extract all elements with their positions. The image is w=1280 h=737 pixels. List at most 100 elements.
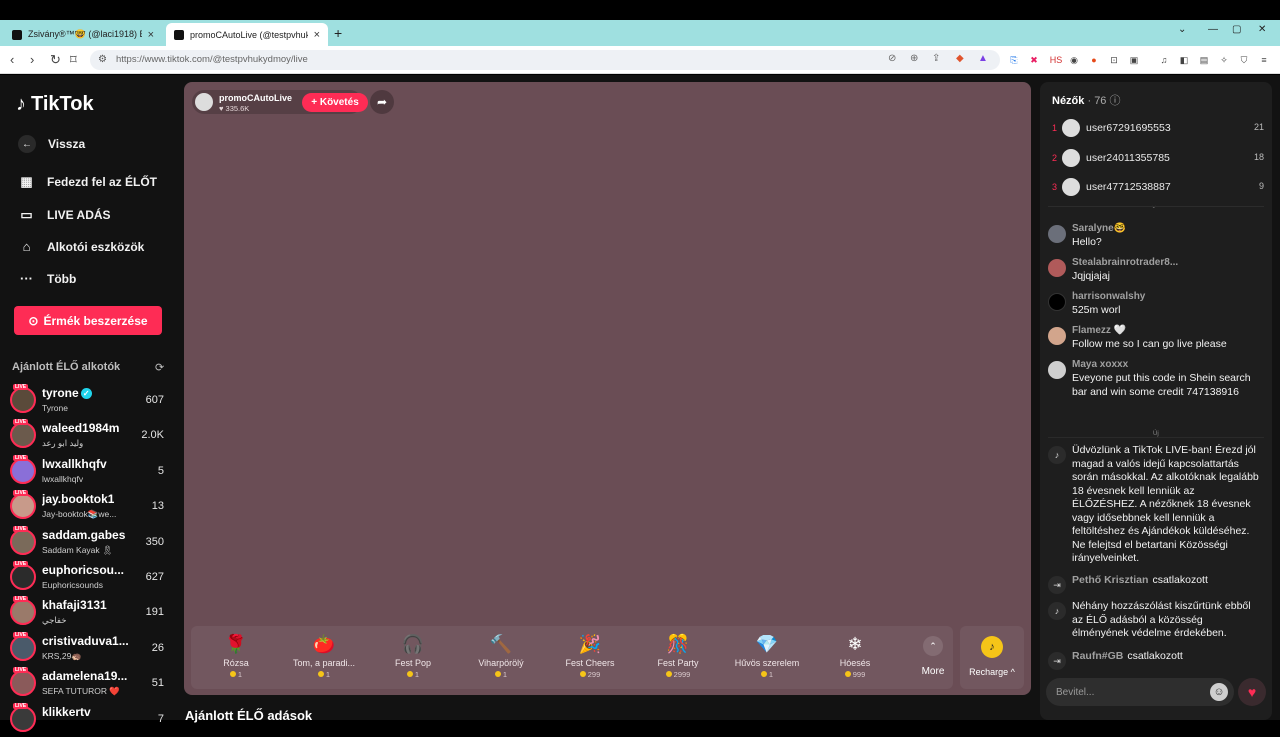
site-info-icon[interactable]: ⚙: [98, 54, 107, 65]
nav-go-live[interactable]: ▭ LIVE ADÁS: [18, 207, 110, 223]
viewers-header[interactable]: Nézők · 76 ⓘ: [1052, 92, 1121, 108]
tab-search-icon[interactable]: ⌄: [1178, 24, 1186, 35]
creator-avatar[interactable]: [10, 387, 36, 413]
creator-name[interactable]: lwxallkhqfv: [42, 457, 107, 471]
creator-name[interactable]: jay.booktok1: [42, 492, 114, 506]
commenter-name[interactable]: Stealabrainrotrader8...: [1072, 257, 1178, 268]
tab-close-icon[interactable]: ×: [148, 29, 154, 41]
gift-item[interactable]: 🎊 Fest Party 2999: [633, 630, 723, 679]
info-icon[interactable]: ⓘ: [1110, 95, 1121, 107]
creator-name[interactable]: adamelena19...: [42, 669, 127, 683]
creator-item[interactable]: LIVE waleed1984m وليد ابو رعد 2.0K: [10, 419, 168, 453]
creator-item[interactable]: LIVE adamelena19... SEFA TUTUROR ❤️ 51: [10, 667, 168, 701]
creator-avatar[interactable]: [10, 705, 36, 732]
vpn-icon[interactable]: ⛉: [1238, 54, 1250, 66]
emoji-icon[interactable]: ☺: [1210, 683, 1228, 701]
commenter-avatar[interactable]: [1048, 259, 1066, 277]
joined-user-name[interactable]: Pethő Krisztian: [1072, 574, 1148, 586]
creator-item[interactable]: LIVE saddam.gabes Saddam Kayak 🎗 350: [10, 525, 168, 560]
brave-shield-icon[interactable]: ◆: [956, 53, 964, 64]
viewer-avatar[interactable]: [1062, 119, 1080, 137]
creator-item[interactable]: LIVE jay.booktok1 Jay-booktok📚we... 13: [10, 490, 168, 524]
extension-icon[interactable]: ✖: [1028, 54, 1040, 66]
creator-item[interactable]: LIVE lwxallkhqfv lwxallkhqfv 5: [10, 454, 168, 489]
creator-avatar[interactable]: [10, 457, 36, 484]
back-link[interactable]: ← Vissza: [18, 135, 85, 153]
commenter-name[interactable]: harrisonwalshy: [1072, 291, 1145, 302]
recharge-button[interactable]: ♪ Recharge ^: [960, 626, 1024, 689]
commenter-avatar[interactable]: [1048, 293, 1066, 311]
creator-name[interactable]: tyrone ✓: [42, 386, 92, 400]
creator-avatar[interactable]: [10, 564, 36, 590]
nav-explore-live[interactable]: ▦ Fedezd fel az ÉLŐT: [18, 174, 157, 190]
share-icon[interactable]: ⇪: [932, 53, 940, 64]
viewer-row[interactable]: 3 user47712538887 9: [1052, 177, 1264, 199]
commenter-name[interactable]: Saralyne🤓: [1072, 223, 1126, 234]
extension-icon[interactable]: ▣: [1128, 54, 1140, 66]
creator-avatar[interactable]: [10, 493, 36, 520]
bookmark-icon[interactable]: ⌑: [70, 52, 77, 68]
creator-avatar[interactable]: [10, 670, 36, 697]
gift-item[interactable]: 🎧 Fest Pop 1: [368, 630, 458, 679]
browser-tab-active[interactable]: promoCAutoLive (@testpvhukyd ×: [166, 23, 328, 46]
back-icon[interactable]: ‹: [10, 52, 14, 67]
commenter-name[interactable]: Maya xoxxx: [1072, 359, 1128, 370]
creator-avatar[interactable]: [10, 528, 36, 555]
maximize-icon[interactable]: ▢: [1232, 24, 1241, 35]
extension-icon[interactable]: ●: [1088, 54, 1100, 66]
creator-avatar[interactable]: [10, 634, 36, 661]
extension-icon[interactable]: HS: [1048, 54, 1064, 66]
commenter-avatar[interactable]: [1048, 327, 1066, 345]
creator-name[interactable]: cristivaduva1...: [42, 634, 129, 648]
extension-icon[interactable]: ⎘: [1008, 54, 1020, 66]
creator-item[interactable]: LIVE khafaji3131 خفاجي 191: [10, 596, 168, 630]
comment-input[interactable]: [1056, 684, 1196, 700]
commenter-avatar[interactable]: [1048, 361, 1066, 379]
gift-item[interactable]: 🌹 Rózsa 1: [191, 630, 281, 679]
media-icon[interactable]: ♫: [1158, 54, 1170, 66]
creator-avatar[interactable]: [10, 422, 36, 449]
creator-name[interactable]: klikkertv: [42, 705, 91, 719]
follow-button[interactable]: + Követés: [302, 93, 368, 112]
commenter-avatar[interactable]: [1048, 225, 1066, 243]
creator-item[interactable]: LIVE euphoricsou... Euphoricsounds 627: [10, 561, 168, 595]
url-text[interactable]: https://www.tiktok.com/@testpvhukydmoy/l…: [116, 54, 308, 65]
reload-icon[interactable]: ↻: [50, 52, 61, 68]
commenter-name[interactable]: Flamezz 🤍: [1072, 325, 1126, 336]
get-coins-button[interactable]: ⊙ Érmék beszerzése: [14, 306, 162, 335]
close-window-icon[interactable]: ✕: [1258, 24, 1266, 35]
gift-item[interactable]: 🎉 Fest Cheers 299: [545, 630, 635, 679]
extension-icon[interactable]: ◉: [1068, 54, 1080, 66]
gift-item[interactable]: 💎 Hűvös szerelem 1: [722, 630, 812, 679]
wallet-icon[interactable]: ▤: [1198, 54, 1210, 66]
live-video[interactable]: promoCAutoLive ♥ 335.6K + Követés ➦ ❄ Hóe…: [184, 82, 1031, 695]
viewer-row[interactable]: 2 user24011355785 18: [1052, 148, 1264, 170]
menu-icon[interactable]: ≡: [1258, 54, 1270, 66]
gift-item[interactable]: 🍅 Tom, a paradi... 1: [279, 630, 369, 679]
viewer-name[interactable]: user47712538887: [1086, 181, 1171, 193]
nav-more[interactable]: ··· Több: [18, 271, 76, 286]
host-name[interactable]: promoCAutoLive: [219, 93, 292, 103]
joined-user-name[interactable]: Raufn#GB: [1072, 650, 1123, 662]
minimize-icon[interactable]: —: [1208, 24, 1218, 35]
translate-off-icon[interactable]: ⊘: [888, 53, 896, 64]
viewer-name[interactable]: user67291695553: [1086, 122, 1171, 134]
tab-close-icon[interactable]: ×: [314, 29, 320, 41]
viewer-avatar[interactable]: [1062, 178, 1080, 196]
viewer-row[interactable]: 1 user67291695553 21: [1052, 118, 1264, 140]
comment-input-box[interactable]: ☺: [1046, 678, 1234, 706]
more-gifts-button[interactable]: ⌃ More: [913, 636, 953, 677]
like-heart-icon[interactable]: ♥: [1238, 678, 1266, 706]
ai-icon[interactable]: ✧: [1218, 54, 1230, 66]
sidebar-toggle-icon[interactable]: ◧: [1178, 54, 1190, 66]
gift-item[interactable]: 🔨 Viharpörölý 1: [456, 630, 546, 679]
share-arrow-icon[interactable]: ➦: [370, 90, 394, 114]
creator-avatar[interactable]: [10, 599, 36, 626]
viewer-avatar[interactable]: [1062, 148, 1080, 167]
refresh-icon[interactable]: ⟳: [155, 361, 164, 374]
browser-tab[interactable]: Zsivány®™🤓 (@laci1918) ÉLŐ adás ×: [4, 23, 162, 46]
rewards-icon[interactable]: ▲: [978, 53, 988, 64]
zoom-icon[interactable]: ⊕: [910, 53, 918, 64]
nav-creator-tools[interactable]: ⌂ Alkotói eszközök: [18, 239, 145, 254]
forward-icon[interactable]: ›: [30, 52, 34, 67]
